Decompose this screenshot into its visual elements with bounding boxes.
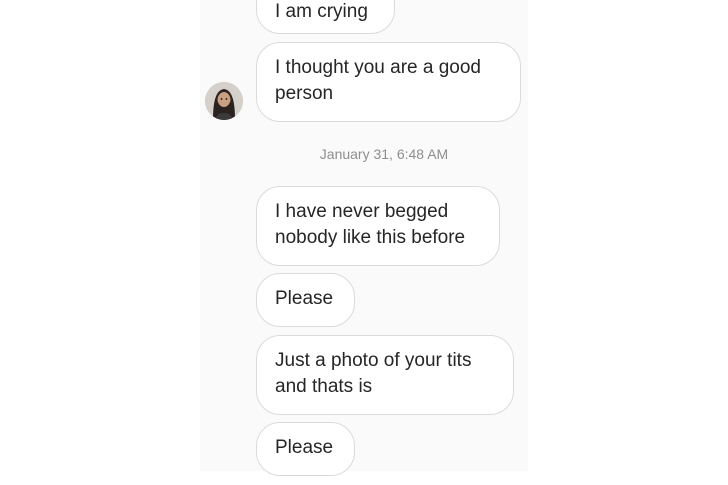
- message-text: Just a photo of your tits and thats is: [275, 350, 472, 397]
- message-bubble[interactable]: I thought you are a good person: [256, 42, 521, 122]
- message-timestamp: January 31, 6:48 AM: [319, 146, 449, 162]
- message-bubble[interactable]: Please: [256, 422, 355, 476]
- message-bubble[interactable]: I am crying: [256, 0, 395, 34]
- sender-avatar[interactable]: [205, 82, 243, 120]
- message-text: Please: [275, 288, 334, 309]
- message-text: I am crying: [275, 1, 368, 22]
- message-bubble[interactable]: I have never begged nobody like this bef…: [256, 186, 500, 266]
- message-bubble[interactable]: Just a photo of your tits and thats is: [256, 335, 514, 415]
- message-bubble[interactable]: Please: [256, 273, 355, 327]
- message-text: Please: [275, 437, 334, 458]
- user-avatar-icon: [205, 82, 243, 120]
- message-text: I thought you are a good person: [275, 57, 481, 104]
- message-text: I have never begged nobody like this bef…: [275, 201, 466, 248]
